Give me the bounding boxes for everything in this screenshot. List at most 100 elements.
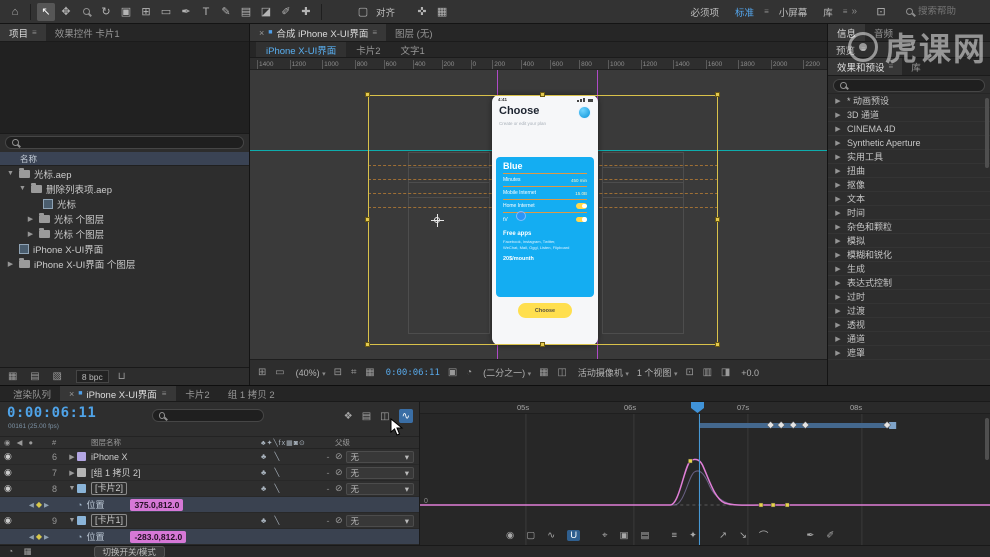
twirl-icon[interactable]: ▼ — [18, 185, 27, 192]
pen-tool[interactable]: ✒ — [177, 3, 195, 21]
selection-tool[interactable]: ↖ — [37, 2, 55, 21]
zoom-tool[interactable] — [77, 3, 95, 21]
effect-category[interactable]: ▶ 模糊和锐化 — [828, 248, 990, 262]
time-ruler[interactable]: 05s 06s 07s 08s — [420, 402, 990, 414]
parent-dropdown[interactable]: 无 ▾ — [345, 514, 414, 527]
active-camera-select[interactable]: 活动摄像机 ▾ — [578, 366, 629, 379]
tree-item[interactable]: 光标 — [0, 196, 249, 211]
comp-timecode[interactable]: 0:00:06:11 — [386, 368, 440, 378]
pen-icon[interactable]: ✒ — [806, 530, 814, 541]
align-checkbox-icon[interactable]: ▢ — [354, 3, 372, 21]
frame-blend-icon[interactable]: ◫ — [380, 411, 389, 422]
workspace-item-active[interactable]: 标准 — [735, 5, 754, 19]
project-search-input[interactable] — [22, 137, 237, 148]
layer-row[interactable]: ◉ 6 ▶ iPhone X ♣ ╲ - ⊘ 无 ▾ — [0, 449, 419, 465]
graph-tool-icon[interactable]: ∿ — [547, 530, 555, 541]
selection-handle[interactable] — [715, 342, 720, 347]
tree-item[interactable]: ▼ 删除列表项.aep — [0, 181, 249, 196]
close-icon[interactable]: × — [69, 389, 74, 399]
effect-category[interactable]: ▶ 杂色和颗粒 — [828, 220, 990, 234]
brush-tool[interactable]: ✎ — [217, 3, 235, 21]
tree-item[interactable]: ▶ iPhone X-UI界面 个图层 — [0, 256, 249, 271]
parent-pickwhip-icon[interactable]: ⊘ — [335, 451, 343, 462]
graph-tool-icon[interactable]: ✦ — [689, 530, 697, 541]
parent-dropdown[interactable]: 无 ▾ — [345, 450, 414, 463]
effects-search-box[interactable] — [833, 78, 985, 92]
draft-3d-icon[interactable]: ▤ — [362, 411, 371, 422]
orbit-tool[interactable]: ↻ — [97, 3, 115, 21]
comp-tab[interactable]: 卡片2 — [346, 42, 390, 57]
layer-name[interactable]: [组 1 拷贝 2] — [91, 466, 261, 479]
layer-name-column-header[interactable]: 图层名称 — [91, 437, 261, 448]
exposure-value[interactable]: +0.0 — [741, 368, 759, 378]
tab-info[interactable]: 信息 — [828, 24, 866, 41]
more-workspaces-icon[interactable]: » — [851, 6, 857, 17]
tab-timeline[interactable]: 卡片2 — [176, 386, 218, 401]
effect-category[interactable]: ▶ 模拟 — [828, 234, 990, 248]
property-row[interactable]: ◀ ◆ ▶ ◔ 位置 -283.0,812.0 — [0, 529, 419, 545]
home-icon[interactable]: ⌂ — [6, 3, 24, 21]
tab-effect-controls[interactable]: 效果控件 卡片1 — [46, 24, 129, 41]
grid-icon[interactable]: ▦ — [433, 3, 451, 21]
label-color-chip[interactable] — [77, 468, 86, 477]
layer-name[interactable]: [卡片1] — [91, 514, 128, 527]
horizontal-ruler[interactable]: 1400 1200 1000 800 600 400 200 0 200 400 600 800 100… — [250, 58, 827, 70]
rectangle-tool[interactable]: ▭ — [157, 3, 175, 21]
project-columns-header[interactable]: 名称 — [0, 152, 249, 166]
puppet-pin-tool[interactable]: ✚ — [297, 3, 315, 21]
roto-brush-tool[interactable]: ✐ — [277, 3, 295, 21]
twirl-icon[interactable]: ▼ — [67, 485, 77, 492]
twirl-icon[interactable]: ▶ — [26, 230, 35, 238]
workspace-item[interactable]: 必须项 — [691, 5, 720, 19]
selection-handle[interactable] — [715, 92, 720, 97]
parent-pickwhip-icon[interactable]: ⊘ — [335, 467, 343, 478]
tree-item[interactable]: iPhone X-UI界面 — [0, 241, 249, 256]
panel-menu-icon[interactable]: ≡ — [861, 45, 866, 54]
clone-stamp-tool[interactable]: ▤ — [237, 3, 255, 21]
effect-category[interactable]: ▶ 通道 — [828, 332, 990, 346]
panel-menu-icon[interactable]: ≡ — [32, 28, 37, 37]
selection-handle[interactable] — [540, 342, 545, 347]
graph-tool-icon[interactable]: ≡ — [671, 530, 677, 541]
graph-tool-icon[interactable]: ▣ — [619, 530, 628, 541]
tab-effects-presets[interactable]: 效果和预设 ≡ — [828, 58, 903, 75]
current-timecode[interactable]: 0:00:06:11 — [7, 405, 96, 421]
twirl-icon[interactable]: ▼ — [6, 170, 15, 177]
trash-icon[interactable]: ⊔ — [118, 371, 126, 382]
parent-dropdown[interactable]: 无 ▾ — [345, 466, 414, 479]
help-search[interactable] — [906, 6, 982, 17]
twirl-icon[interactable]: ▼ — [67, 517, 77, 524]
tree-item[interactable]: ▼ 光标.aep — [0, 166, 249, 181]
parent-dropdown[interactable]: 无 ▾ — [345, 482, 414, 495]
value-graph-curve[interactable] — [420, 458, 990, 506]
selection-handle[interactable] — [540, 92, 545, 97]
anchor-point[interactable] — [431, 214, 444, 227]
menu-icon[interactable]: ≡ — [843, 7, 848, 16]
position-value[interactable]: 375.0,812.0 — [130, 498, 184, 511]
eraser-tool[interactable]: ◪ — [257, 3, 275, 21]
zoom-level[interactable]: (40%) ▾ — [296, 368, 326, 378]
ease-out-icon[interactable]: ↘ — [739, 530, 747, 541]
close-icon[interactable]: × — [259, 28, 264, 38]
workspace-item[interactable]: 库 — [823, 5, 833, 19]
tab-timeline-active[interactable]: × ■ iPhone X-UI界面 ≡ — [60, 386, 177, 401]
eye-icon[interactable]: ◉ — [4, 483, 12, 494]
camera-snapshot-icons[interactable]: ▣ ◔ — [448, 367, 475, 378]
footer-icon[interactable]: ▦ ▤ ▧ — [8, 371, 67, 382]
timeline-status-icons[interactable]: ◔ ▦ — [8, 546, 36, 557]
composition-viewport[interactable]: 4:41 Choose Create or edit your plan Blu… — [250, 70, 827, 359]
layer-row[interactable]: ◉ 7 ▶ [组 1 拷贝 2] ♣ ╲ - ⊘ 无 ▾ — [0, 465, 419, 481]
effect-category[interactable]: ▶ 扭曲 — [828, 164, 990, 178]
graph-editor-button[interactable]: ∿ — [398, 409, 413, 423]
easy-ease-icon[interactable]: ⌒ — [759, 528, 769, 542]
stopwatch-icon[interactable]: ◔ — [77, 532, 82, 542]
effect-category[interactable]: ▶ 透视 — [828, 318, 990, 332]
toggle-switches-modes-button[interactable]: 切换开关/模式 — [93, 545, 165, 557]
resolution-select[interactable]: (二分之一) ▾ — [483, 366, 531, 379]
preview-panel-header[interactable]: 预览 ≡ — [828, 42, 990, 58]
panel-menu-icon[interactable]: ≡ — [162, 389, 167, 398]
graph-tool-icon[interactable]: ▢ — [526, 530, 535, 541]
layer-name[interactable]: [卡片2] — [91, 482, 128, 495]
selection-handle[interactable] — [715, 217, 720, 222]
index-column-header[interactable]: # — [52, 438, 67, 447]
